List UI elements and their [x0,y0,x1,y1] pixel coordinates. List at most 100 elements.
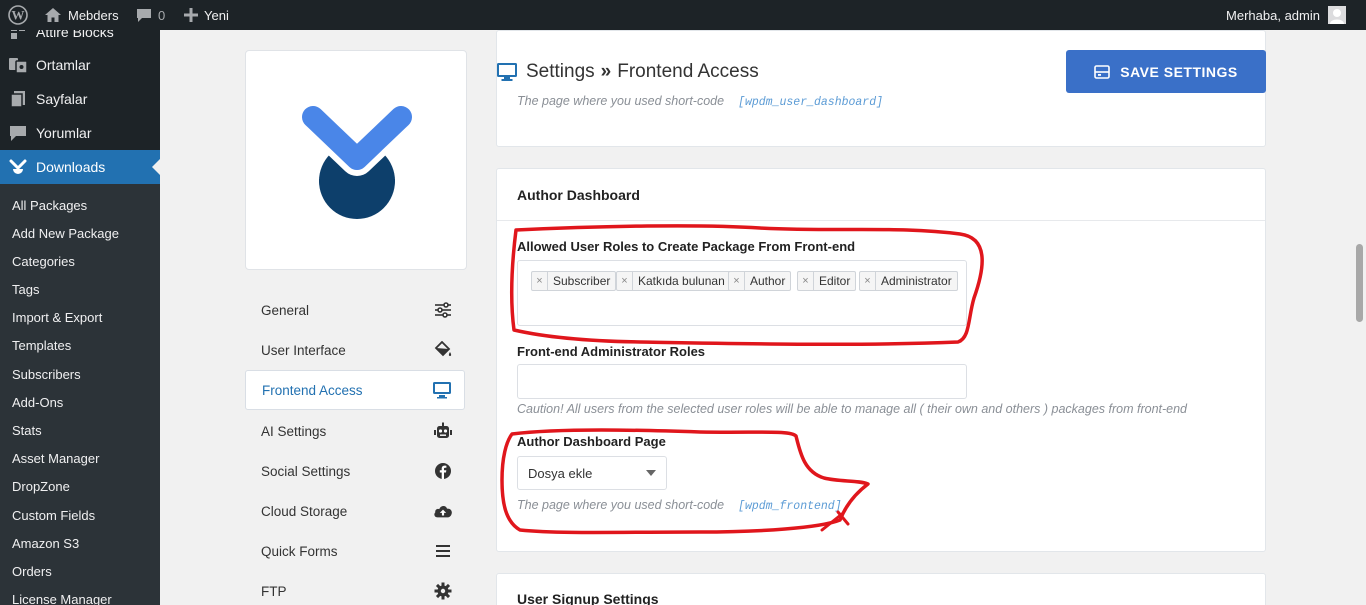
submenu-custom-fields[interactable]: Custom Fields [12,506,95,526]
site-name: Mebders [68,7,119,23]
role-tag: × Administrator [859,271,958,291]
submenu-dropzone[interactable]: DropZone [12,477,70,497]
nav-label: General [261,302,310,318]
nav-label: Quick Forms [261,543,338,559]
comments-link[interactable]: 0 [136,0,165,30]
menu-label: Sayfalar [36,91,88,107]
settings-nav-cloud-storage[interactable]: Cloud Storage [245,491,465,531]
media-icon [0,56,36,74]
submenu-subscribers[interactable]: Subscribers [12,365,81,385]
nav-label: Frontend Access [262,382,363,398]
submenu-import-export[interactable]: Import & Export [12,308,102,328]
nav-label: AI Settings [261,423,327,439]
my-account-link[interactable]: Merhaba, admin [1226,0,1346,30]
card-title: User Signup Settings [517,591,659,605]
tag-label: Subscriber [553,274,611,288]
tag-label: Administrator [881,274,952,288]
admin-roles-label: Front-end Administrator Roles [517,344,706,359]
page-subtitle: Frontend Access [617,61,759,82]
shortcode: [wpdm_frontend] [738,500,842,513]
submenu-tags[interactable]: Tags [12,280,39,300]
submenu-orders[interactable]: Orders [12,562,52,582]
gear-icon [433,582,453,600]
dashboard-page-select[interactable]: Dosya ekle [517,456,667,490]
remove-tag-icon[interactable]: × [798,272,814,290]
scrollbar-thumb[interactable] [1356,244,1363,322]
settings-nav-quick-forms[interactable]: Quick Forms [245,531,465,571]
remove-tag-icon[interactable]: × [860,272,876,290]
menu-label: Ortamlar [36,57,91,73]
save-icon [1094,64,1111,79]
facebook-icon [433,462,453,480]
settings-nav-ai-settings[interactable]: AI Settings [245,411,465,451]
role-tag: × Katkıda bulunan [616,271,731,291]
hint-text: The page where you used short-code [517,94,725,108]
menu-label: Downloads [36,159,106,175]
submenu-license-manager[interactable]: License Manager [12,590,112,605]
robot-icon [433,422,453,440]
new-content-link[interactable]: Yeni [184,0,229,30]
settings-nav-frontend-access[interactable]: Frontend Access [245,370,465,410]
svg-text:W: W [12,8,25,23]
wordpress-logo-icon[interactable]: W [8,0,28,30]
menu-yorumlar[interactable]: Yorumlar [0,116,160,150]
settings-nav-social-settings[interactable]: Social Settings [245,451,465,491]
user-dashboard-hint: The page where you used short-code [wpdm_… [517,94,883,109]
monitor-icon [432,381,452,399]
role-tag: × Editor [797,271,857,291]
chevron-down-icon [646,470,656,476]
comments-count: 0 [158,7,166,23]
tag-label: Katkıda bulunan [638,274,725,288]
nav-label: FTP [261,583,287,599]
submenu-categories[interactable]: Categories [12,252,75,272]
settings-nav-ftp[interactable]: FTP [245,571,465,605]
admin-bar: W Mebders 0 Yeni Merhaba, admin [0,0,1366,30]
menu-downloads[interactable]: Downloads [0,150,160,184]
submenu-all-packages[interactable]: All Packages [12,196,87,216]
submenu-add-new-package[interactable]: Add New Package [12,224,119,244]
avatar [1328,6,1346,24]
admin-roles-multiselect[interactable] [517,364,967,399]
submenu-add-ons[interactable]: Add-Ons [12,393,63,413]
save-settings-button[interactable]: SAVE SETTINGS [1066,50,1266,93]
submenu-asset-manager[interactable]: Asset Manager [12,449,99,469]
submenu-stats[interactable]: Stats [12,421,42,441]
menu-label: Attire Blocks [36,30,114,40]
settings-nav-general[interactable]: General [245,290,465,330]
cloud-upload-icon [433,503,453,519]
download-manager-logo-icon [301,103,413,219]
admin-sidebar: Attire Blocks Ortamlar Sayfalar Yorumlar… [0,30,160,605]
blocks-icon [0,30,36,41]
shortcode: [wpdm_user_dashboard] [738,96,884,109]
dashboard-page-label: Author Dashboard Page [517,434,666,449]
select-value: Dosya ekle [528,465,593,481]
allowed-roles-multiselect[interactable]: × Subscriber × Katkıda bulunan × Author × Ed… [517,260,967,326]
site-name-link[interactable]: Mebders [44,0,119,30]
menu-sayfalar[interactable]: Sayfalar [0,82,160,116]
page-title: Settings [526,61,595,82]
menu-attire-blocks[interactable]: Attire Blocks [0,30,160,49]
card-title: Author Dashboard [517,187,640,203]
remove-tag-icon[interactable]: × [532,272,548,290]
plus-icon [184,8,198,22]
comment-bubble-icon [136,8,152,23]
nav-label: Social Settings [261,463,351,479]
settings-nav-user-interface[interactable]: User Interface [245,330,465,370]
role-tag: × Author [728,271,792,291]
admin-roles-caution: Caution! All users from the selected use… [517,402,1188,416]
page-scrollbar[interactable] [1353,30,1366,605]
remove-tag-icon[interactable]: × [729,272,745,290]
menu-label: Yorumlar [36,125,92,141]
submenu-templates[interactable]: Templates [12,336,71,356]
paint-bucket-icon [433,341,453,359]
save-button-label: SAVE SETTINGS [1120,63,1238,80]
remove-tag-icon[interactable]: × [617,272,633,290]
monitor-icon [496,62,518,82]
dashboard-page-hint: The page where you used short-code [wpdm_… [517,498,842,513]
page-header: Settings » Frontend Access [496,58,759,86]
menu-icon [433,544,453,558]
menu-ortamlar[interactable]: Ortamlar [0,48,160,82]
submenu-amazon-s3[interactable]: Amazon S3 [12,534,79,554]
comments-icon [0,125,36,142]
hint-text: The page where you used short-code [517,498,725,512]
